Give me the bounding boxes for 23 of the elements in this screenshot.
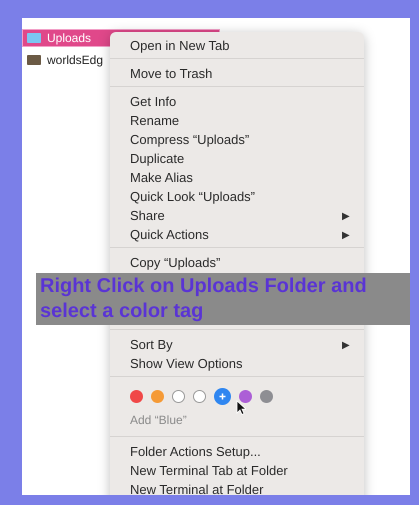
menu-item-label: Rename <box>130 113 180 128</box>
menu-item-label: Copy “Uploads” <box>130 255 220 270</box>
menu-item-label: Duplicate <box>130 151 184 166</box>
submenu-arrow: ▶ <box>342 338 350 350</box>
file-name: Uploads <box>47 31 92 45</box>
menu-item-label: Folder Actions Setup... <box>130 444 261 459</box>
menu-item-label: Quick Look “Uploads” <box>130 189 255 204</box>
menu-item-label: Sort By <box>130 337 173 352</box>
tag-hint: Add “Blue” <box>129 412 188 429</box>
menu-item-label: Compress “Uploads” <box>130 132 250 147</box>
menu-item-label: Quick Actions <box>130 227 209 242</box>
menu-item-label: New Terminal Tab at Folder <box>130 463 288 478</box>
menu-item-label: Get Info <box>130 94 176 109</box>
menu-item-label: New Terminal at Folder <box>130 482 264 495</box>
caption-banner: Right Click on Uploads Folder and select a color tag <box>36 273 410 325</box>
submenu-arrow: ▶ <box>342 228 350 240</box>
menu-item-label: Move to Trash <box>130 66 212 81</box>
menu-item-label: Share <box>130 208 165 223</box>
menu-item-label: Make Alias <box>130 170 193 185</box>
menu-item-label: Show View Options <box>130 356 242 371</box>
menu-item-label: Open in New Tab <box>130 38 230 53</box>
file-name: worldsEdg <box>47 53 104 67</box>
submenu-arrow: ▶ <box>342 210 350 222</box>
